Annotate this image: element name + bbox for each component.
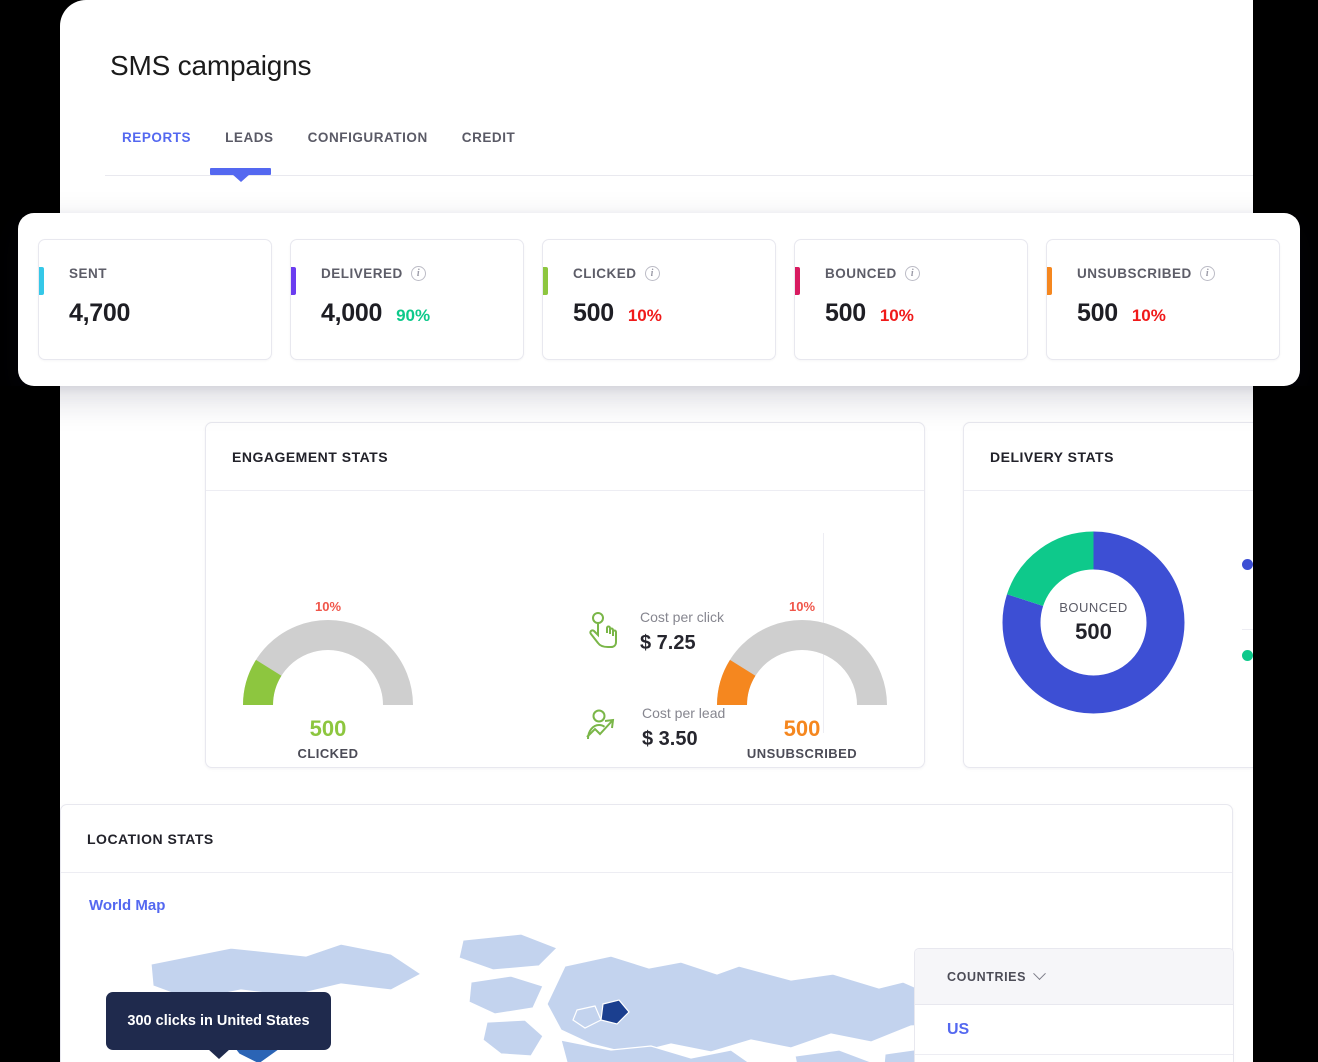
chevron-down-icon[interactable] xyxy=(1033,967,1046,980)
legend-dot-soft-bounce xyxy=(1242,650,1253,661)
bounced-donut-chart: BOUNCED 500 xyxy=(1002,531,1185,714)
kpi-value-bounced: 500 xyxy=(825,299,866,328)
gauge-clicked-percent: 10% xyxy=(228,599,428,614)
donut-center-label: BOUNCED xyxy=(1059,600,1128,615)
info-icon[interactable]: i xyxy=(411,266,426,281)
gauge-unsubscribed-value: 500 xyxy=(702,716,902,742)
tab-bar: REPORTS LEADS CONFIGURATION CREDIT xyxy=(105,124,1253,176)
donut-center-text: BOUNCED 500 xyxy=(1002,531,1185,714)
kpi-card-bounced[interactable]: BOUNCED i 500 10% xyxy=(794,239,1028,360)
kpi-percent-bounced: 10% xyxy=(880,306,914,326)
gauge-unsubscribed-arc xyxy=(716,619,888,707)
app-window: SMS campaigns REPORTS LEADS CONFIGURATIO… xyxy=(60,0,1253,1062)
tab-reports[interactable]: REPORTS xyxy=(105,124,208,145)
kpi-card-delivered[interactable]: DELIVERED i 4,000 90% xyxy=(290,239,524,360)
legend-item-hard-bounce: Hard bounce 400 xyxy=(1242,539,1253,621)
location-card-header: LOCATION STATS xyxy=(61,805,1232,873)
donut-center-value: 500 xyxy=(1075,619,1112,645)
kpi-percent-unsubscribed: 10% xyxy=(1132,306,1166,326)
gauge-clicked-value: 500 xyxy=(228,716,428,742)
legend-dot-hard-bounce xyxy=(1242,559,1253,570)
kpi-accent-bar xyxy=(795,267,800,295)
kpi-summary-panel: SENT 4,700 DELIVERED i 4,000 90% CLICKED… xyxy=(18,213,1300,386)
engagement-card-body: 10% 500 CLICKED xyxy=(206,491,924,768)
engagement-card-header: ENGAGEMENT STATS xyxy=(206,423,924,491)
tab-credit[interactable]: CREDIT xyxy=(445,124,533,145)
charts-row: ENGAGEMENT STATS 10% 500 CLICKED xyxy=(205,422,1253,768)
backdrop-right-top xyxy=(1253,0,1318,213)
countries-table-header[interactable]: COUNTRIES xyxy=(915,949,1233,1005)
gauge-clicked: 10% 500 CLICKED xyxy=(228,599,428,761)
page-title: SMS campaigns xyxy=(110,50,311,82)
info-icon[interactable]: i xyxy=(645,266,660,281)
info-icon[interactable]: i xyxy=(905,266,920,281)
lead-growth-icon xyxy=(584,709,622,748)
backdrop-left-top xyxy=(0,0,60,213)
delivery-card-header: DELIVERY STATS xyxy=(964,423,1253,491)
engagement-card-title: ENGAGEMENT STATS xyxy=(232,449,388,465)
backdrop-left-bottom xyxy=(0,386,60,1062)
table-row[interactable]: US xyxy=(915,1005,1233,1055)
countries-column-label: COUNTRIES xyxy=(947,970,1026,984)
screenshot-stage: SMS campaigns REPORTS LEADS CONFIGURATIO… xyxy=(0,0,1318,1062)
tab-leads[interactable]: LEADS xyxy=(208,124,291,145)
kpi-accent-bar xyxy=(1047,267,1052,295)
gauge-clicked-arc xyxy=(242,619,414,707)
map-tooltip: 300 clicks in United States xyxy=(106,992,331,1050)
kpi-value-clicked: 500 xyxy=(573,299,614,328)
location-card-title: LOCATION STATS xyxy=(87,831,214,847)
gauge-unsubscribed-caption: UNSUBSCRIBED xyxy=(702,746,902,761)
legend-item-soft-bounce: Soft bounce 100 xyxy=(1242,629,1253,712)
kpi-percent-clicked: 10% xyxy=(628,306,662,326)
kpi-label-sent: SENT xyxy=(69,266,107,281)
kpi-card-clicked[interactable]: CLICKED i 500 10% xyxy=(542,239,776,360)
kpi-card-sent[interactable]: SENT 4,700 xyxy=(38,239,272,360)
countries-table: COUNTRIES US Russia xyxy=(914,948,1234,1062)
location-stats-card: LOCATION STATS World Map xyxy=(60,804,1233,1062)
kpi-accent-bar xyxy=(291,267,296,295)
kpi-label-unsubscribed: UNSUBSCRIBED xyxy=(1077,266,1192,281)
kpi-accent-bar xyxy=(543,267,548,295)
kpi-value-unsubscribed: 500 xyxy=(1077,299,1118,328)
tab-configuration[interactable]: CONFIGURATION xyxy=(291,124,445,145)
delivery-stats-card: DELIVERY STATS BOUNCED 500 xyxy=(963,422,1253,768)
active-tab-indicator xyxy=(210,168,271,175)
kpi-value-delivered: 4,000 xyxy=(321,299,382,328)
table-row[interactable]: Russia xyxy=(915,1055,1233,1062)
backdrop-right-bottom xyxy=(1253,386,1318,1062)
gauge-unsubscribed: 10% 500 UNSUBSCRIBED xyxy=(702,599,902,761)
kpi-label-bounced: BOUNCED xyxy=(825,266,897,281)
kpi-percent-delivered: 90% xyxy=(396,306,430,326)
kpi-label-delivered: DELIVERED xyxy=(321,266,403,281)
world-map-link[interactable]: World Map xyxy=(89,897,165,914)
engagement-stats-card: ENGAGEMENT STATS 10% 500 CLICKED xyxy=(205,422,925,768)
kpi-label-clicked: CLICKED xyxy=(573,266,637,281)
click-hand-icon xyxy=(584,611,620,654)
kpi-card-unsubscribed[interactable]: UNSUBSCRIBED i 500 10% xyxy=(1046,239,1280,360)
gauge-unsubscribed-percent: 10% xyxy=(702,599,902,614)
delivery-legend: Hard bounce 400 Soft bounce 100 xyxy=(1242,539,1253,712)
kpi-value-sent: 4,700 xyxy=(69,299,130,328)
gauge-clicked-caption: CLICKED xyxy=(228,746,428,761)
delivery-card-body: BOUNCED 500 Hard bounce 400 xyxy=(964,491,1253,768)
delivery-card-title: DELIVERY STATS xyxy=(990,449,1114,465)
info-icon[interactable]: i xyxy=(1200,266,1215,281)
kpi-accent-bar xyxy=(39,267,44,295)
